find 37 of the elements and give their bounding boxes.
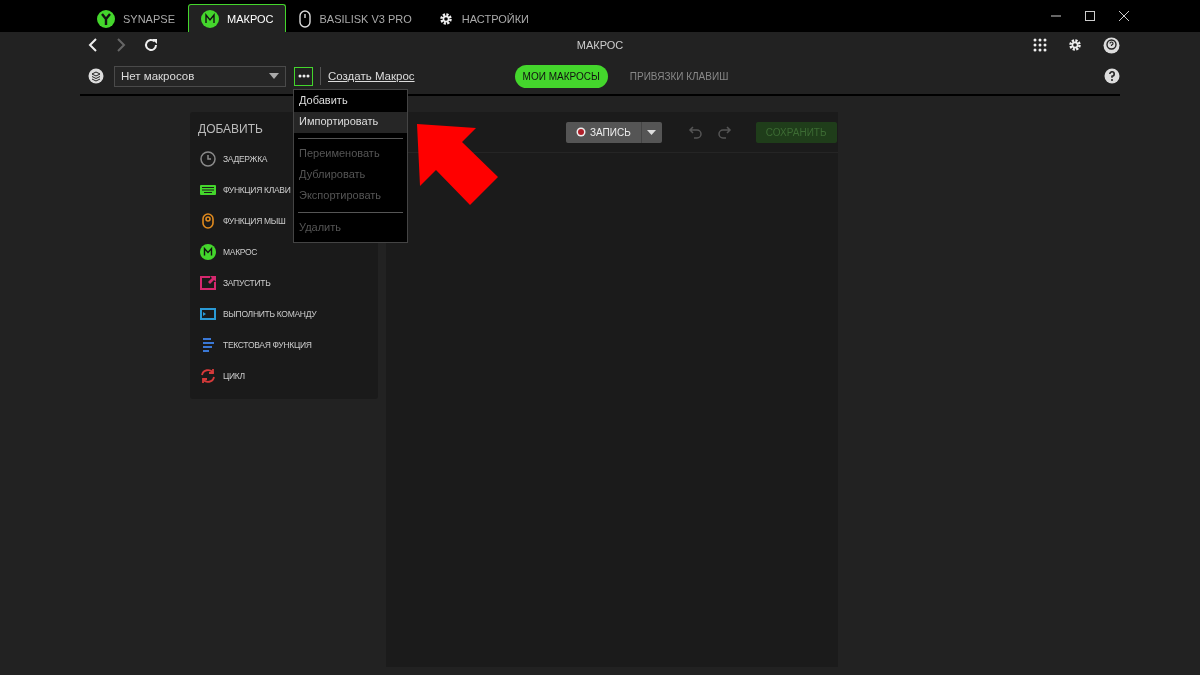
add-action-item[interactable]: ЗАПУСТИТЬ (198, 267, 370, 298)
add-action-item[interactable]: МАКРОС (198, 236, 370, 267)
logo-icon (97, 9, 115, 28)
macro-icon (200, 9, 219, 28)
app-tab[interactable]: SYNAPSE (84, 4, 188, 32)
apps-grid-icon[interactable] (1033, 38, 1047, 52)
add-action-item[interactable]: ЦИКЛ (198, 360, 370, 391)
page-title: МАКРОС (576, 39, 624, 51)
macro-select[interactable]: Нет макросов (114, 65, 286, 87)
view-tab[interactable]: МОИ МАКРОСЫ (514, 64, 608, 88)
more-icon (297, 74, 310, 78)
app-tab[interactable]: НАСТРОЙКИ (424, 4, 543, 32)
refresh-icon[interactable] (144, 38, 158, 52)
help-icon[interactable] (1104, 68, 1120, 84)
maximize-icon[interactable] (1084, 10, 1096, 22)
menu-item[interactable]: Добавить (294, 91, 407, 112)
add-action-item[interactable]: ВЫПОЛНИТЬ КОМАНДУ (198, 298, 370, 329)
app-tab[interactable]: BASILISK V3 PRO (286, 4, 425, 32)
gear-icon (437, 10, 454, 27)
add-action-item[interactable]: ТЕКСТОВАЯ ФУНКЦИЯ (198, 329, 370, 360)
record-icon (576, 127, 586, 137)
more-button[interactable] (294, 66, 313, 86)
record-dropdown-button[interactable] (640, 121, 662, 143)
back-icon[interactable] (88, 38, 98, 52)
settings-icon[interactable] (1067, 37, 1083, 53)
app-tab[interactable]: МАКРОС (187, 4, 287, 32)
create-macro-link[interactable]: Создать Макрос (328, 70, 415, 82)
layers-icon (88, 68, 104, 84)
menu-item[interactable]: Импортировать (294, 112, 407, 133)
close-icon[interactable] (1118, 10, 1130, 22)
record-button[interactable]: ЗАПИСЬ (566, 121, 641, 143)
mouse-icon (299, 9, 312, 28)
forward-icon[interactable] (116, 38, 126, 52)
view-tab[interactable]: ПРИВЯЗКИ КЛАВИШ (621, 64, 737, 88)
caret-icon (269, 73, 279, 79)
caret-icon (647, 129, 657, 135)
support-icon[interactable] (1103, 36, 1120, 54)
